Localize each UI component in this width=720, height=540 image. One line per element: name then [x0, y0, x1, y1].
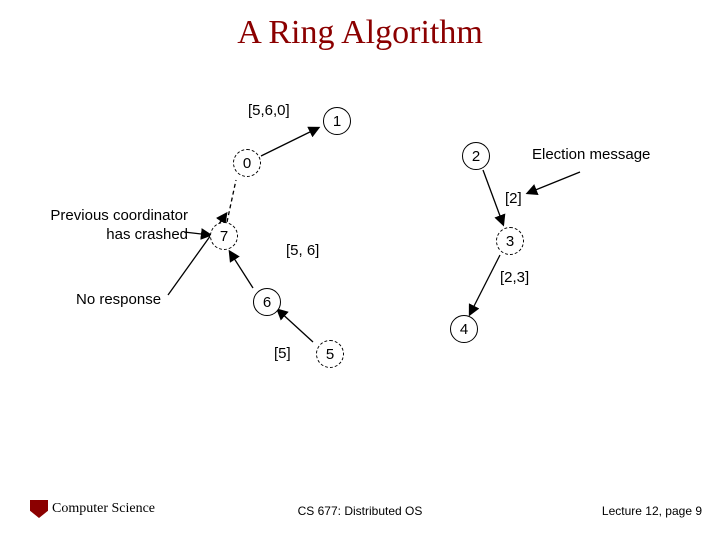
- node-2: 2: [462, 142, 490, 170]
- edge-label-560: [5,6,0]: [248, 102, 290, 119]
- footer-right: Lecture 12, page 9: [602, 504, 702, 518]
- ring-diagram: 0 1 7 6 5 2 3 4 [5,6,0] [5, 6] [5] [2] […: [38, 92, 682, 402]
- node-5: 5: [316, 340, 344, 368]
- node-6: 6: [253, 288, 281, 316]
- node-4: 4: [450, 315, 478, 343]
- node-1: 1: [323, 107, 351, 135]
- edge-label-23: [2,3]: [500, 269, 529, 286]
- node-0: 0: [233, 149, 261, 177]
- edge-label-56: [5, 6]: [286, 242, 319, 259]
- page-title: A Ring Algorithm: [0, 14, 720, 52]
- diagram-arrows: [38, 92, 682, 402]
- node-7: 7: [210, 222, 238, 250]
- annotation-no-response: No response: [76, 291, 161, 308]
- annotation-prev-crashed-l1: Previous coordinator: [50, 207, 188, 224]
- annotation-prev-crashed: Previous coordinator has crashed: [38, 207, 188, 245]
- node-3: 3: [496, 227, 524, 255]
- annotation-prev-crashed-l2: has crashed: [106, 226, 188, 243]
- edge-label-5: [5]: [274, 345, 291, 362]
- edge-label-2: [2]: [505, 190, 522, 207]
- annotation-election-msg: Election message: [532, 146, 650, 163]
- footer: Computer Science CS 677: Distributed OS …: [0, 498, 720, 518]
